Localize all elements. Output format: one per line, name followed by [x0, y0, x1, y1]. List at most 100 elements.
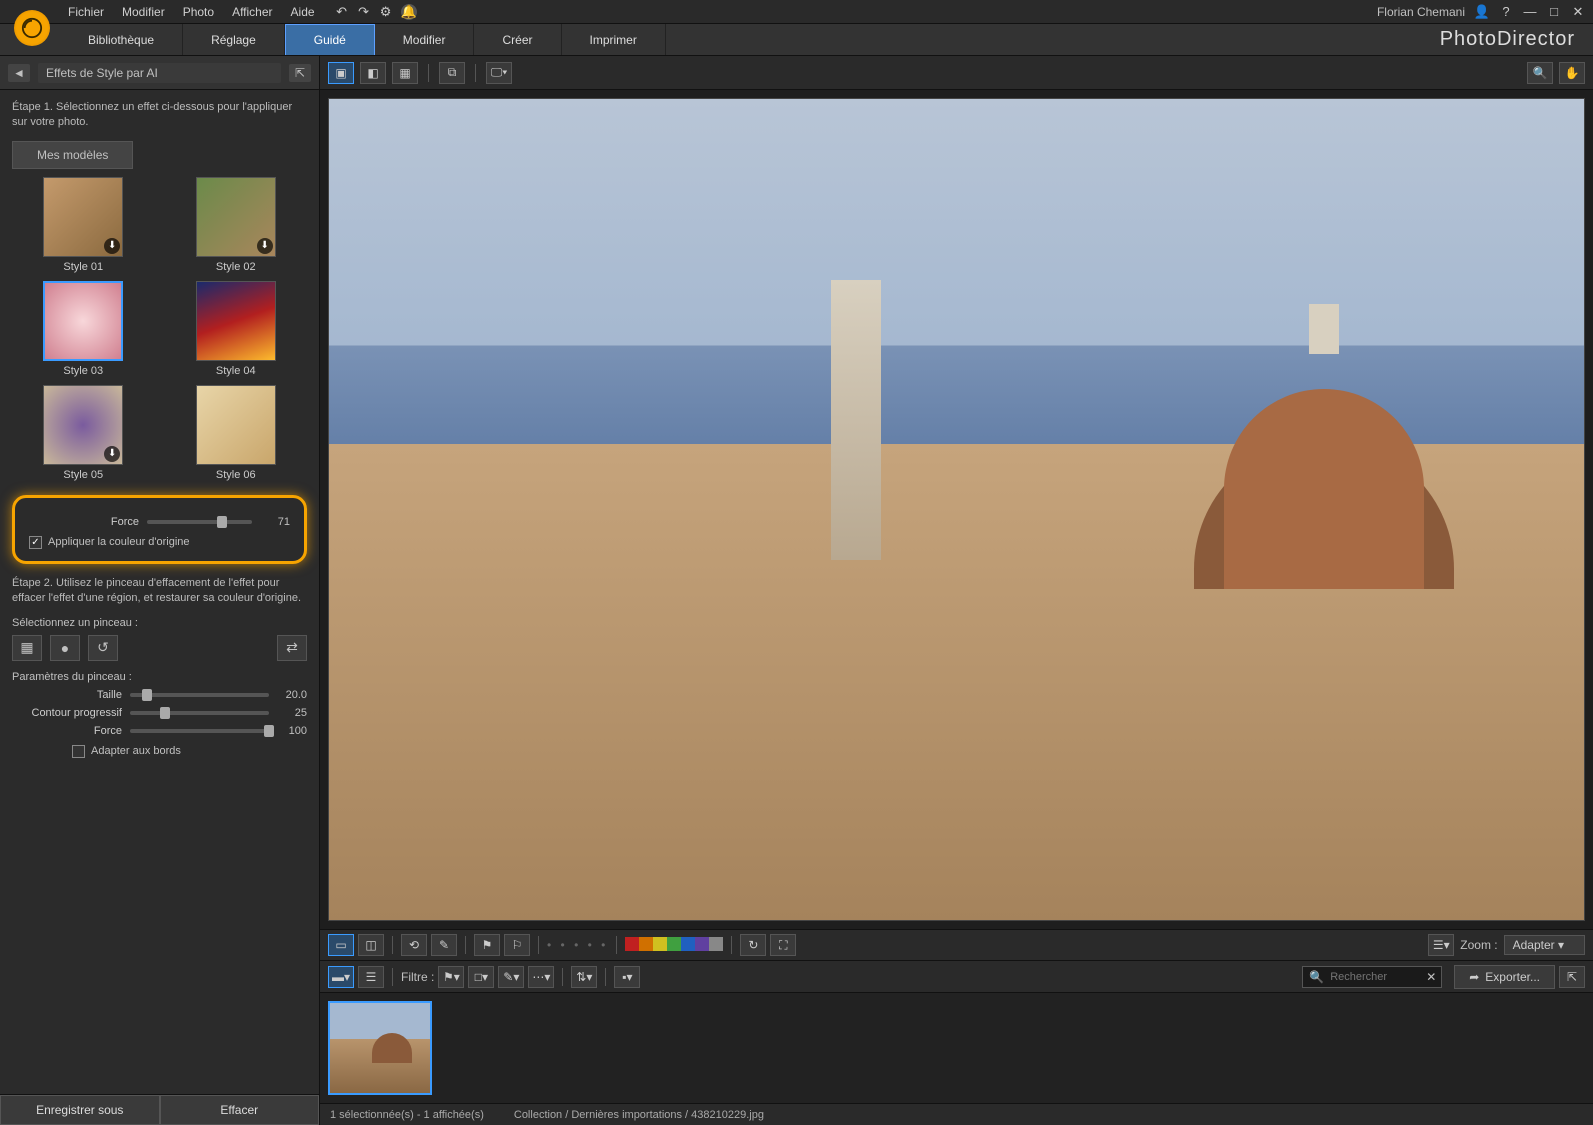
color-swatches[interactable] [625, 937, 723, 954]
style-thumb-05[interactable]: ⬇ Style 05 [22, 385, 145, 481]
orig-color-checkbox[interactable]: ✓ [29, 536, 42, 549]
brush-round-button[interactable]: ● [50, 635, 80, 661]
search-box[interactable]: 🔍 ✕ [1302, 966, 1442, 988]
popout-icon[interactable]: ⇱ [289, 64, 311, 82]
force-label: Force [29, 516, 139, 528]
force2-value: 100 [277, 725, 307, 737]
compare-single-icon[interactable]: ▭ [328, 934, 354, 956]
view-single-icon[interactable]: ▣ [328, 62, 354, 84]
style-thumb-06[interactable]: Style 06 [175, 385, 298, 481]
module-bar: Bibliothèque Réglage Guidé Modifier Crée… [0, 24, 1593, 56]
refresh-icon[interactable]: ↻ [740, 934, 766, 956]
hand-tool-icon[interactable]: ✋ [1559, 62, 1585, 84]
view-mirror-icon[interactable]: ⧉ [439, 62, 465, 84]
menu-view[interactable]: Afficher [232, 5, 272, 19]
list-sort-icon[interactable]: ☰▾ [1428, 934, 1454, 956]
share-icon[interactable]: ⇱ [1559, 966, 1585, 988]
force2-slider[interactable] [130, 729, 269, 733]
crop-icon[interactable]: ⛶ [770, 934, 796, 956]
title-bar: Fichier Modifier Photo Afficher Aide ↶ ↷… [0, 0, 1593, 24]
download-icon[interactable]: ⬇ [104, 446, 120, 462]
reject-icon[interactable]: ⚐ [504, 934, 530, 956]
notification-icon[interactable]: 🔔 [401, 4, 417, 20]
rating-stars[interactable]: • • • • • [547, 938, 608, 952]
fit-edges-label: Adapter aux bords [91, 745, 181, 757]
zoom-tool-icon[interactable]: 🔍 [1527, 62, 1553, 84]
brand-label: PhotoDirector [1422, 24, 1593, 55]
maximize-button[interactable]: □ [1547, 5, 1561, 19]
style-label: Style 04 [175, 365, 298, 377]
force-slider[interactable] [147, 520, 252, 524]
main-menu: Fichier Modifier Photo Afficher Aide [68, 5, 315, 19]
settings-icon[interactable]: ⚙ [379, 5, 393, 19]
style-thumb-01[interactable]: ⬇Style 01 [22, 177, 145, 273]
compare-split-icon[interactable]: ◫ [358, 934, 384, 956]
close-button[interactable]: ✕ [1571, 5, 1585, 19]
style-thumb-02[interactable]: ⬇ Style 02 [175, 177, 298, 273]
clear-search-icon[interactable]: ✕ [1426, 970, 1436, 984]
module-adjust[interactable]: Réglage [183, 24, 285, 55]
size-slider[interactable] [130, 693, 269, 697]
style-label: Style 03 [22, 365, 145, 377]
my-models-button[interactable]: Mes modèles [12, 141, 133, 169]
module-edit[interactable]: Modifier [375, 24, 475, 55]
filter-toolbar: ▬▾ ☰ Filtre : ⚑▾ □▾ ✎▾ ⋯▾ ⇅▾ ▪▾ 🔍 ✕ ➦Exp… [320, 961, 1593, 993]
menu-file[interactable]: Fichier [68, 5, 104, 19]
module-guided[interactable]: Guidé [285, 24, 375, 55]
filter-more-icon[interactable]: ⋯▾ [528, 966, 554, 988]
minimize-button[interactable]: ― [1523, 5, 1537, 19]
export-button[interactable]: ➦Exporter... [1454, 965, 1555, 989]
module-print[interactable]: Imprimer [562, 24, 666, 55]
zoom-label: Zoom : [1460, 938, 1497, 952]
undo-icon[interactable]: ↶ [335, 5, 349, 19]
brush-swap-button[interactable]: ⇄ [277, 635, 307, 661]
redo-icon[interactable]: ↷ [357, 5, 371, 19]
style-thumb-04[interactable]: Style 04 [175, 281, 298, 377]
download-icon[interactable]: ⬇ [104, 238, 120, 254]
module-library[interactable]: Bibliothèque [60, 24, 183, 55]
filmstrip-thumb[interactable] [328, 1001, 432, 1095]
filter-label: Filtre : [401, 970, 434, 984]
filter-edit-icon[interactable]: ✎▾ [498, 966, 524, 988]
list-mode-icon[interactable]: ☰ [358, 966, 384, 988]
user-name[interactable]: Florian Chemani [1377, 5, 1465, 19]
view-grid-icon[interactable]: ▦ [392, 62, 418, 84]
eyedropper-icon[interactable]: ✎ [431, 934, 457, 956]
flag-icon[interactable]: ⚑ [474, 934, 500, 956]
size-label: Taille [12, 689, 122, 701]
view-display-icon[interactable]: 🖵▾ [486, 62, 512, 84]
viewer-toolbar: ▣ ◧ ▦ ⧉ 🖵▾ 🔍 ✋ [320, 56, 1593, 90]
sort-icon[interactable]: ⇅▾ [571, 966, 597, 988]
brush-params-label: Paramètres du pinceau : [12, 671, 307, 683]
save-as-button[interactable]: Enregistrer sous [0, 1095, 160, 1125]
filmstrip-mode-icon[interactable]: ▬▾ [328, 966, 354, 988]
style-thumb-03[interactable]: Style 03 [22, 281, 145, 377]
menu-edit[interactable]: Modifier [122, 5, 165, 19]
user-avatar-icon[interactable]: 👤 [1475, 5, 1489, 19]
help-icon[interactable]: ? [1499, 5, 1513, 19]
rotate-left-icon[interactable]: ⟲ [401, 934, 427, 956]
style-label: Style 05 [22, 469, 145, 481]
step1-text: Étape 1. Sélectionnez un effet ci-dessou… [12, 100, 307, 131]
brush-restore-button[interactable]: ↺ [88, 635, 118, 661]
panel-title: Effets de Style par AI [38, 63, 281, 83]
feather-slider[interactable] [130, 711, 269, 715]
filter-flag-icon[interactable]: ⚑▾ [438, 966, 464, 988]
view-compare-icon[interactable]: ◧ [360, 62, 386, 84]
clear-button[interactable]: Effacer [160, 1095, 320, 1125]
menu-help[interactable]: Aide [291, 5, 315, 19]
module-create[interactable]: Créer [474, 24, 561, 55]
style-label: Style 02 [175, 261, 298, 273]
back-button[interactable]: ◄ [8, 64, 30, 82]
filter-label-icon[interactable]: □▾ [468, 966, 494, 988]
menu-photo[interactable]: Photo [183, 5, 214, 19]
lower-toolbar: ▭ ◫ ⟲ ✎ ⚑ ⚐ • • • • • ↻ ⛶ ☰▾ Zoom : Adap… [320, 929, 1593, 961]
fit-edges-checkbox[interactable] [72, 745, 85, 758]
download-icon[interactable]: ⬇ [257, 238, 273, 254]
stack-icon[interactable]: ▪▾ [614, 966, 640, 988]
search-input[interactable] [1330, 971, 1420, 983]
highlighted-controls: Force 71 ✓ Appliquer la couleur d'origin… [12, 495, 307, 564]
zoom-select[interactable]: Adapter ▾ [1504, 935, 1585, 955]
brush-add-button[interactable]: ▦ [12, 635, 42, 661]
canvas[interactable] [320, 90, 1593, 929]
